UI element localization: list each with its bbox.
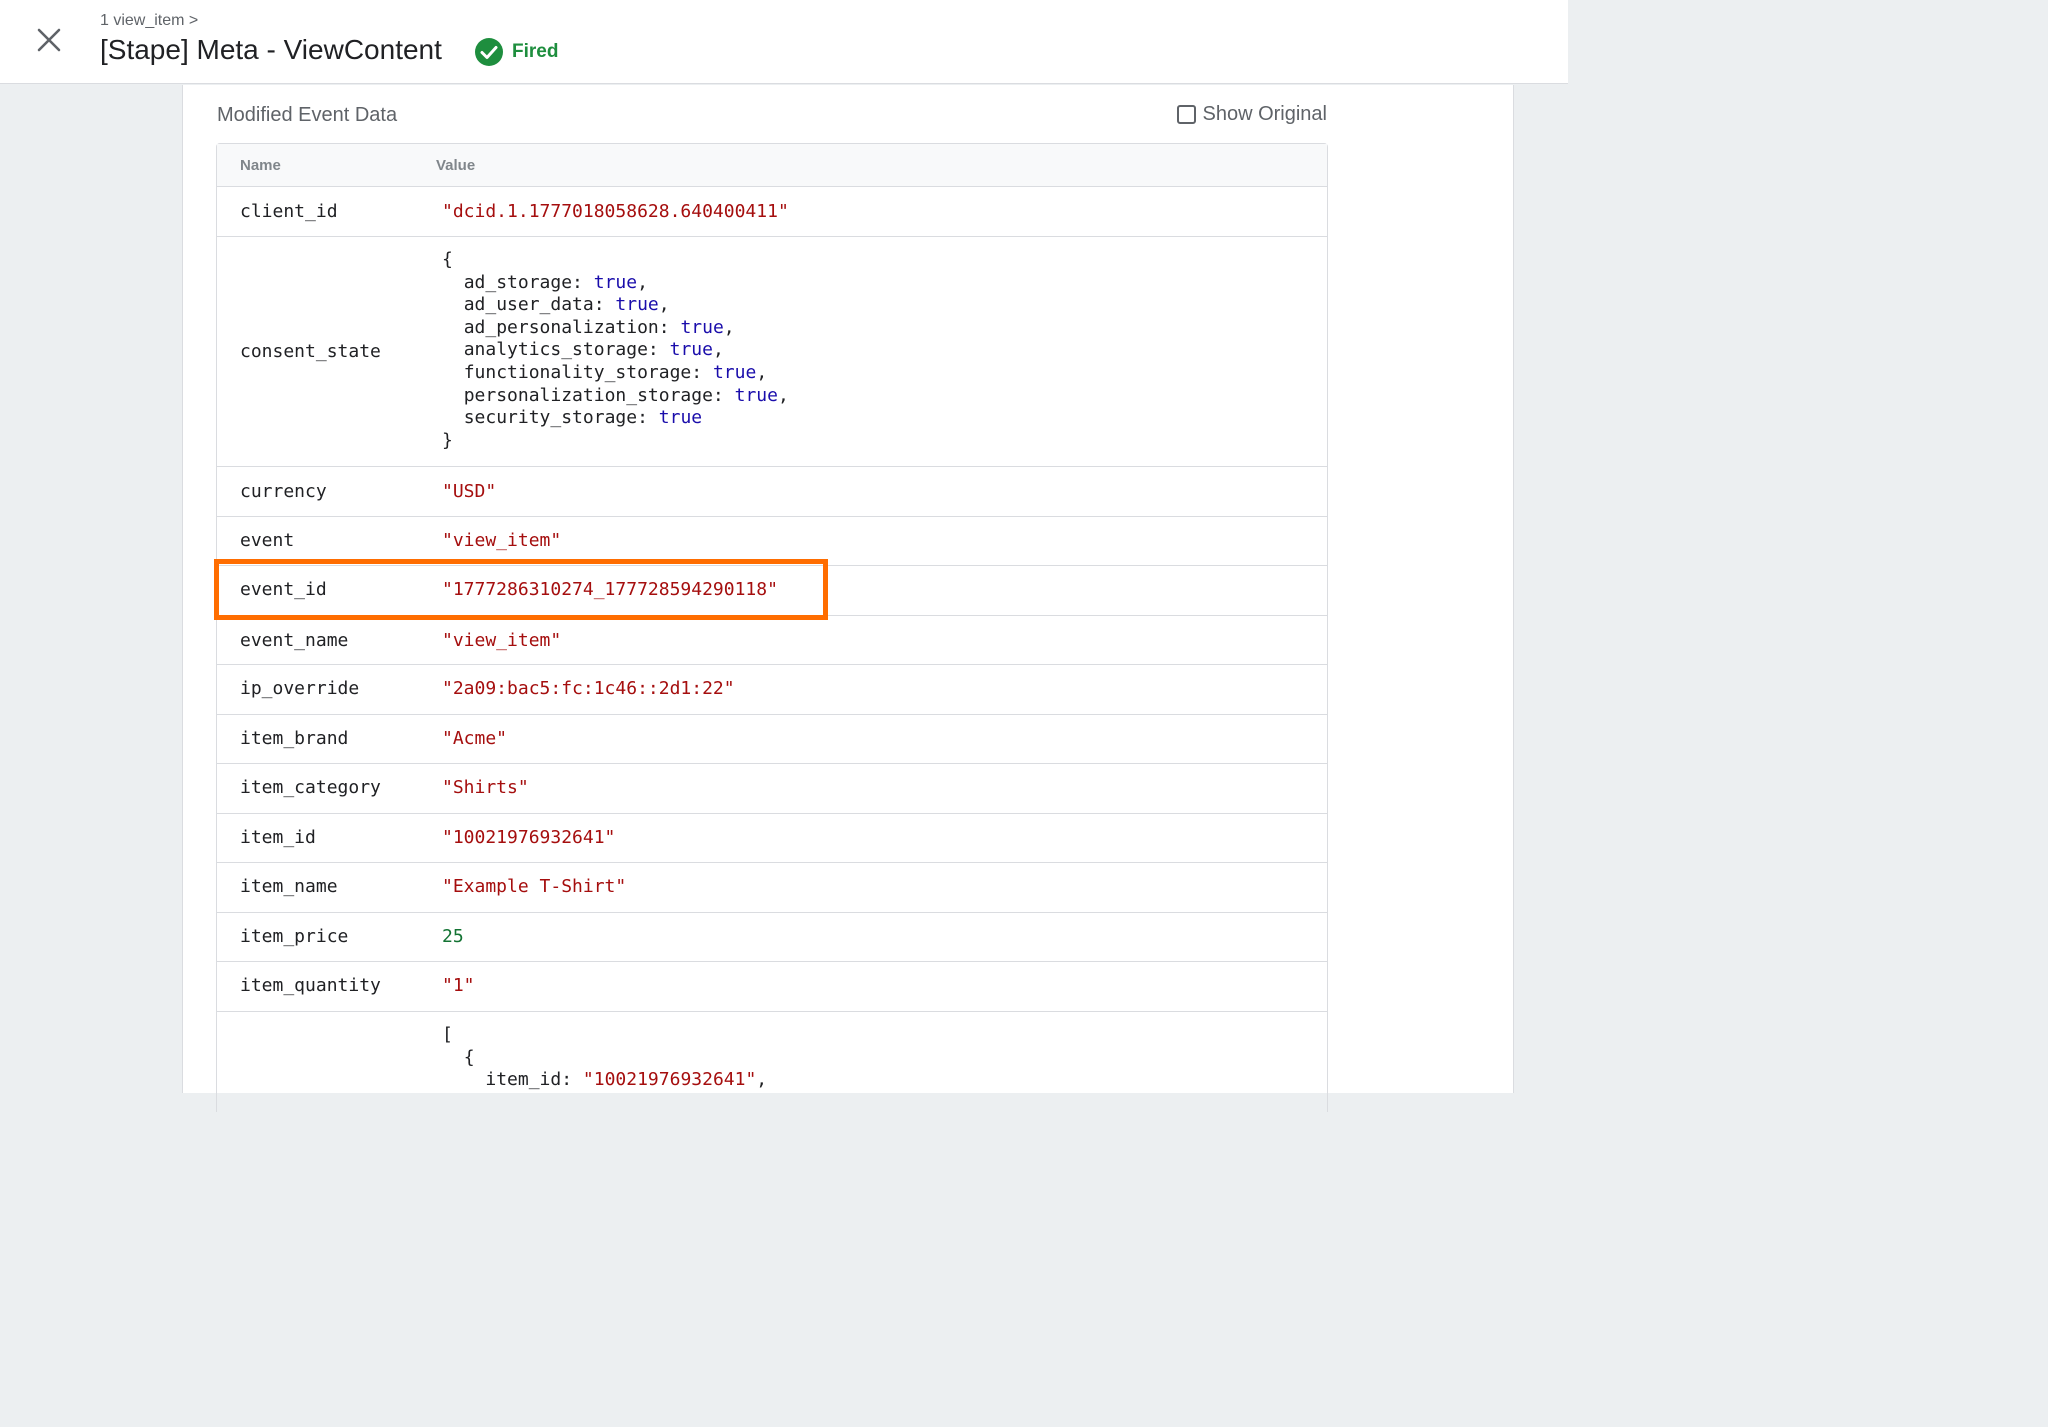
table-row: event_id "1777286310274_177728594290118": [217, 566, 1327, 616]
row-name: item_id: [240, 827, 316, 848]
section-title: Modified Event Data: [217, 104, 398, 126]
object-separator: ,: [777, 384, 789, 406]
column-header-value: Value: [436, 157, 476, 174]
object-separator: ,: [637, 271, 648, 293]
row-name: consent_state: [240, 341, 381, 362]
event-data-table: Name Value client_id "dcid.1.17770180586…: [216, 143, 1328, 1112]
table-row: client_id "dcid.1.1777018058628.64040041…: [217, 187, 1327, 237]
row-value: "2a09:bac5:fc:1c46::2d1:22": [442, 678, 735, 699]
table-row: event_name "view_item": [217, 616, 1327, 665]
object-open-brace: {: [463, 1046, 475, 1068]
row-value: 25: [442, 926, 464, 947]
items-array: [ { item_id: "10021976932641",: [442, 1024, 767, 1092]
object-separator: ,: [658, 294, 670, 316]
object-value: true: [680, 316, 724, 338]
object-open-brace: {: [442, 249, 453, 270]
row-value: "1777286310274_177728594290118": [442, 579, 778, 600]
object-value: true: [669, 339, 713, 361]
table-row: [ { item_id: "10021976932641",: [217, 1012, 1327, 1112]
object-close-brace: }: [442, 429, 453, 451]
row-name: item_price: [240, 926, 349, 947]
object-value: "10021976932641": [582, 1069, 757, 1091]
object-key: functionality_storage:: [463, 361, 703, 383]
page-title: [Stape] Meta - ViewContent: [100, 34, 442, 65]
row-name: ip_override: [240, 678, 360, 699]
row-name: item_brand: [240, 728, 349, 749]
table-row: consent_state { ad_storage: true, ad_use…: [217, 237, 1327, 467]
consent-state-object: { ad_storage: true, ad_user_data: true, …: [442, 249, 789, 452]
event-data-panel: Modified Event Data Show Original Name V…: [182, 85, 1514, 1112]
table-row: ip_override "2a09:bac5:fc:1c46::2d1:22": [217, 665, 1327, 715]
row-value: "USD": [442, 481, 497, 502]
row-value: "Shirts": [442, 777, 529, 798]
close-icon[interactable]: [34, 25, 64, 55]
object-key: item_id:: [485, 1069, 573, 1091]
row-name: event_id: [240, 579, 327, 600]
checkbox-icon[interactable]: [1177, 105, 1197, 124]
check-circle-icon: [475, 38, 503, 66]
row-value: "view_item": [442, 630, 562, 651]
row-name: item_name: [240, 876, 338, 897]
array-open-bracket: [: [442, 1024, 453, 1045]
object-key: ad_user_data:: [463, 294, 605, 316]
row-name: item_category: [240, 777, 381, 798]
object-separator: ,: [723, 316, 735, 338]
object-value: true: [712, 361, 757, 383]
show-original-toggle[interactable]: Show Original: [1177, 103, 1327, 126]
row-value: "10021976932641": [442, 827, 616, 848]
object-separator: ,: [712, 339, 724, 361]
status-label: Fired: [512, 41, 559, 62]
row-name: item_quantity: [240, 975, 381, 996]
object-separator: ,: [756, 1069, 768, 1091]
table-header: Name Value: [217, 144, 1327, 187]
table-row: item_price 25: [217, 913, 1327, 962]
row-value: "dcid.1.1777018058628.640400411": [442, 201, 789, 222]
row-name: currency: [240, 481, 327, 502]
object-key: analytics_storage:: [463, 339, 659, 361]
breadcrumb[interactable]: 1 view_item >: [100, 12, 198, 30]
table-row: currency "USD": [217, 467, 1327, 517]
row-value: "view_item": [442, 530, 562, 551]
object-key: personalization_storage:: [463, 384, 724, 406]
row-name: event: [240, 530, 295, 551]
table-row: event "view_item": [217, 517, 1327, 566]
table-row: item_name "Example T-Shirt": [217, 863, 1327, 913]
close-button[interactable]: [34, 25, 64, 55]
row-value: "1": [442, 975, 475, 996]
header: 1 view_item > [Stape] Meta - ViewContent…: [0, 0, 1568, 84]
object-value: true: [593, 271, 638, 293]
table-row: item_category "Shirts": [217, 764, 1327, 814]
object-key: security_storage:: [463, 407, 648, 429]
table-row: item_id "10021976932641": [217, 814, 1327, 863]
object-value: true: [615, 294, 659, 316]
row-name: client_id: [240, 201, 338, 222]
object-value: true: [734, 384, 778, 406]
table-row: item_brand "Acme": [217, 715, 1327, 764]
row-name: event_name: [240, 630, 349, 651]
column-header-name: Name: [240, 157, 281, 174]
status-badge: Fired: [474, 37, 558, 67]
object-value: true: [658, 407, 703, 429]
object-separator: ,: [756, 361, 768, 383]
object-key: ad_personalization:: [463, 316, 670, 338]
row-value: "Acme": [442, 728, 508, 749]
row-value: "Example T-Shirt": [442, 876, 627, 897]
table-row: item_quantity "1": [217, 962, 1327, 1012]
object-key: ad_storage:: [463, 271, 583, 293]
show-original-label[interactable]: Show Original: [1202, 103, 1327, 126]
